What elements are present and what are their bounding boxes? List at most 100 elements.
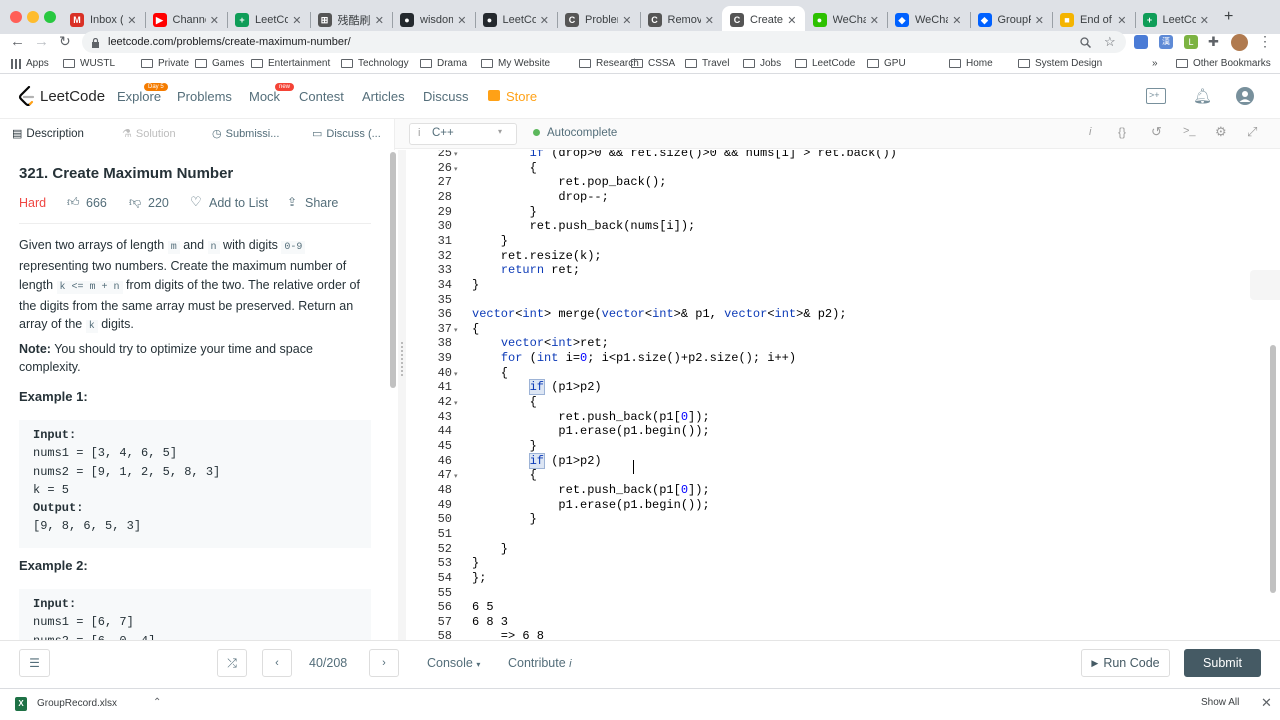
close-tab-icon[interactable]: ✕ [705, 14, 714, 27]
nav-store[interactable]: Store [506, 89, 537, 104]
new-tab-icon[interactable]: + [1224, 8, 1233, 26]
share-icon[interactable]: ⇪ [287, 195, 297, 209]
browser-tab[interactable]: C Create ✕ [722, 6, 805, 34]
side-panel-tab[interactable] [1250, 270, 1280, 300]
code-line[interactable]: if (p1>p2) [472, 452, 602, 469]
close-downloads-icon[interactable]: ✕ [1261, 695, 1272, 711]
url-text[interactable]: leetcode.com/problems/create-maximum-num… [108, 36, 351, 48]
bookmark-item[interactable]: My Website [481, 58, 550, 69]
console-toggle[interactable]: Console ▾ [427, 656, 480, 670]
code-line[interactable]: } [472, 278, 479, 292]
autocomplete-toggle[interactable]: Autocomplete [547, 127, 617, 139]
close-tab-icon[interactable]: ✕ [457, 14, 466, 27]
code-line[interactable]: p1.erase(p1.begin()); [472, 498, 709, 512]
bookmark-item[interactable]: Home [949, 58, 993, 69]
code-line[interactable]: if (drop>0 && ret.size()>0 && nums[i] > … [472, 150, 897, 160]
fold-icon[interactable]: ▾ [454, 370, 458, 378]
show-all-downloads[interactable]: Show All [1201, 697, 1239, 708]
close-tab-icon[interactable]: ✕ [870, 14, 879, 27]
info-icon[interactable]: i [1089, 126, 1091, 138]
close-tab-icon[interactable]: ✕ [952, 14, 961, 27]
tab-description[interactable]: ▤ Description [12, 127, 84, 141]
bookmark-star-icon[interactable]: ☆ [1104, 34, 1116, 50]
bookmark-item[interactable]: Research [579, 58, 639, 69]
code-line[interactable]: } [472, 439, 537, 453]
tab-solution[interactable]: ⚗︎ Solution [122, 127, 176, 141]
bookmark-item[interactable]: Games [195, 58, 244, 69]
fold-icon[interactable]: ▾ [454, 165, 458, 173]
code-line[interactable]: } [472, 205, 537, 219]
settings-gear-icon[interactable]: ⚙︎ [1215, 124, 1227, 140]
leetcode-logo-text[interactable]: LeetCode [40, 88, 105, 105]
code-line[interactable]: ret.resize(k); [472, 249, 602, 263]
code-line[interactable]: } [472, 542, 508, 556]
code-line[interactable]: 6 5 [472, 600, 494, 614]
share-button[interactable]: Share [305, 196, 338, 210]
nav-explore[interactable]: Explore [117, 89, 161, 104]
extensions-puzzle-icon[interactable]: ✚ [1208, 34, 1219, 50]
reload-icon[interactable]: ↻ [59, 33, 71, 50]
like-icon[interactable]: 👍︎ [67, 195, 80, 210]
extension-translate-icon[interactable] [1134, 35, 1148, 49]
code-line[interactable]: vector<int> merge(vector<int>& p1, vecto… [472, 307, 847, 321]
close-tab-icon[interactable]: ✕ [210, 14, 219, 27]
extension-l-icon[interactable]: L [1184, 35, 1198, 49]
browser-tab[interactable]: ◆ GroupR ✕ [970, 6, 1053, 34]
code-line[interactable]: }; [472, 571, 486, 585]
bookmark-item[interactable]: CSSA [631, 58, 675, 69]
code-line[interactable]: ret.push_back(nums[i]); [472, 219, 696, 233]
terminal-icon[interactable]: >_ [1183, 125, 1196, 137]
close-tab-icon[interactable]: ✕ [375, 14, 384, 27]
tab-submissions[interactable]: ◷ Submissi... [212, 127, 279, 141]
editor-scrollbar[interactable] [1270, 345, 1276, 593]
nav-contest[interactable]: Contest [299, 89, 344, 104]
nav-problems[interactable]: Problems [177, 89, 232, 104]
code-line[interactable]: } [472, 512, 537, 526]
bookmark-item[interactable]: Entertainment [251, 58, 330, 69]
code-line[interactable]: for (int i=0; i<p1.size()+p2.size(); i++… [472, 351, 796, 365]
bookmark-item[interactable]: System Design [1018, 58, 1102, 69]
lock-icon[interactable] [91, 36, 100, 48]
close-tab-icon[interactable]: ✕ [1035, 14, 1044, 27]
bookmark-item[interactable]: Private [141, 58, 189, 69]
close-tab-icon[interactable]: ✕ [127, 14, 136, 27]
browser-tab[interactable]: + LeetCo ✕ [1135, 6, 1218, 34]
notification-bell-icon[interactable]: 🔔︎ [1193, 87, 1212, 105]
browser-tab[interactable]: ▶ Channe ✕ [145, 6, 228, 34]
fold-icon[interactable]: ▾ [454, 326, 458, 334]
dislike-icon[interactable]: 👎︎ [129, 195, 141, 210]
back-icon[interactable]: ← [10, 33, 25, 50]
fullscreen-icon[interactable]: ⤢ [1247, 124, 1257, 140]
bookmark-item[interactable]: GPU [867, 58, 906, 69]
leetcode-logo-icon[interactable] [18, 85, 36, 107]
run-code-button[interactable]: ▶ Run Code [1081, 649, 1170, 677]
bookmark-item[interactable]: Travel [685, 58, 729, 69]
browser-tab[interactable]: ● WeChat ✕ [805, 6, 888, 34]
fold-icon[interactable]: ▾ [454, 150, 458, 158]
submit-button[interactable]: Submit [1184, 649, 1261, 677]
browser-tab[interactable]: ● LeetCo ✕ [475, 6, 558, 34]
code-line[interactable]: { [472, 366, 508, 380]
prev-problem-button[interactable]: ‹ [262, 649, 292, 677]
problem-list-button[interactable]: ☰ [19, 649, 50, 677]
browser-tab[interactable]: ⊞ 残酷刷题 ✕ [310, 6, 393, 34]
pane-resize-handle[interactable] [398, 150, 406, 640]
code-line[interactable]: { [472, 468, 537, 482]
close-tab-icon[interactable]: ✕ [622, 14, 631, 27]
code-line[interactable]: { [472, 395, 537, 409]
close-tab-icon[interactable]: ✕ [1200, 14, 1209, 27]
browser-tab[interactable]: C Remove ✕ [640, 6, 723, 34]
profile-avatar[interactable] [1231, 34, 1248, 51]
download-filename[interactable]: GroupRecord.xlsx [37, 698, 117, 709]
minimize-window-button[interactable] [27, 11, 39, 23]
next-problem-button[interactable]: › [369, 649, 399, 677]
code-line[interactable]: vector<int>ret; [472, 336, 609, 350]
code-line[interactable]: drop--; [472, 190, 608, 204]
browser-tab[interactable]: C Problem ✕ [557, 6, 640, 34]
other-bookmarks[interactable]: Other Bookmarks [1176, 58, 1271, 69]
browser-menu-icon[interactable]: ⋮ [1258, 33, 1272, 50]
code-line[interactable]: p1.erase(p1.begin()); [472, 424, 709, 438]
fold-icon[interactable]: ▾ [454, 399, 458, 407]
bookmark-apps[interactable]: Apps [11, 58, 49, 69]
code-line[interactable]: return ret; [472, 263, 580, 277]
